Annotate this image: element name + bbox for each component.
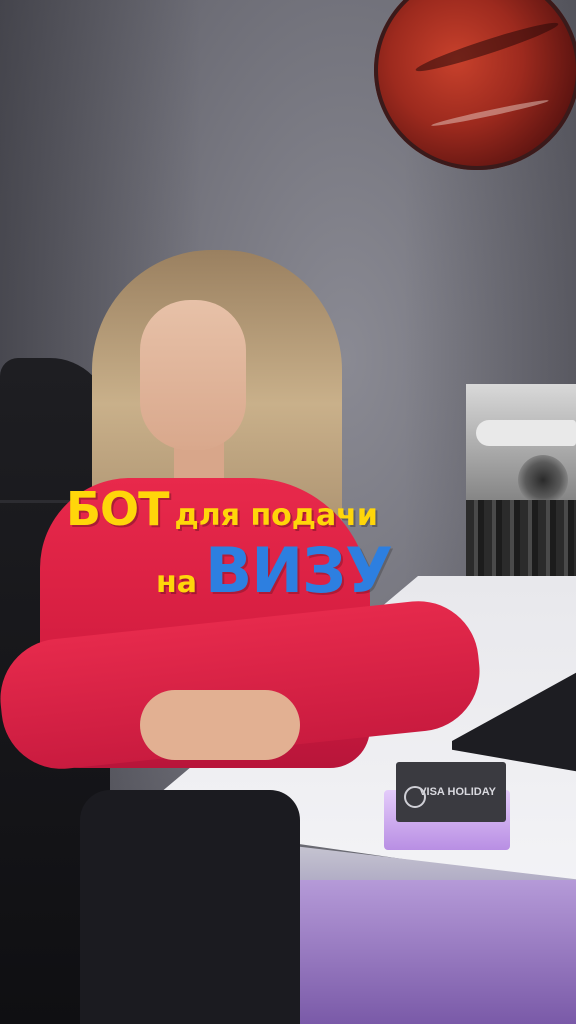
legs (80, 790, 300, 1024)
desk-front-light (295, 880, 576, 1024)
poster-engine (518, 455, 568, 505)
globe-logo-icon (404, 786, 426, 808)
face (140, 300, 246, 450)
poster-city (466, 500, 576, 580)
business-card-brand: VISA HOLIDAY (419, 786, 496, 798)
poster-airplane (476, 420, 576, 446)
hands (140, 690, 300, 760)
video-frame: VISA HOLIDAY БОТ для подачи на ВИЗУ (0, 0, 576, 1024)
